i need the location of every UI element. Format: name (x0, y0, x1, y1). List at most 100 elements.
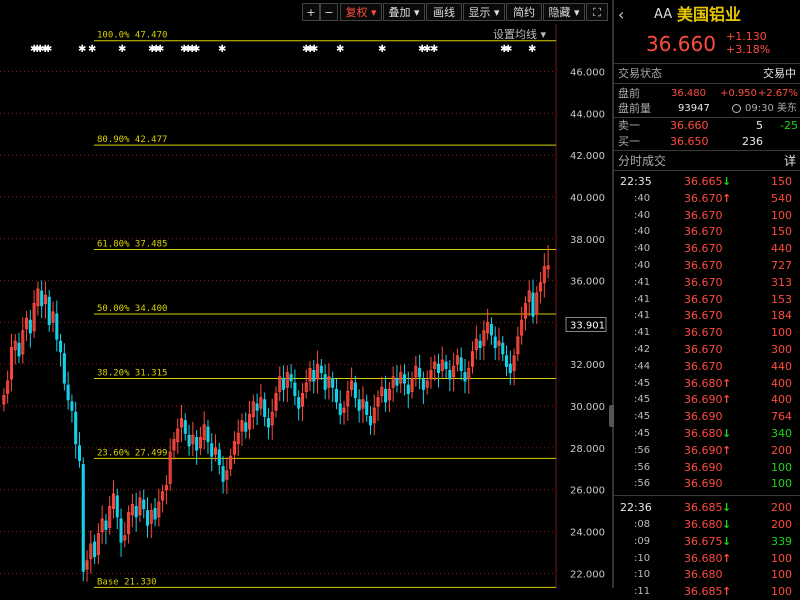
candle-body (395, 378, 399, 386)
tick-row: 22:36 36.685 ↓ 200 (614, 499, 800, 516)
tick-volume: 200 (771, 501, 792, 515)
candle-body (221, 466, 225, 482)
candle-body (59, 340, 63, 353)
tick-price: 36.670 (684, 208, 723, 222)
candle-body (55, 313, 59, 340)
tick-row: 22:35 36.665 ↓ 150 (614, 173, 800, 190)
candle-body (501, 342, 505, 355)
overlay-button[interactable]: 叠加 ▾ (383, 3, 425, 21)
bid-price: 36.650 (670, 135, 709, 148)
fullscreen-icon[interactable]: ⛶ (586, 3, 608, 21)
tick-time: :11 (634, 586, 651, 598)
y-tick-label: 38.000 (570, 235, 605, 246)
tick-row: :10 36.680 ↑ 100 (614, 550, 800, 567)
draw-line-button[interactable]: 画线 (426, 3, 462, 21)
tick-row: :42 36.670 300 (614, 341, 800, 358)
separator (614, 63, 800, 64)
ask-row[interactable]: 卖一 36.660 5 -25 (614, 117, 800, 134)
tick-row: :45 36.690 764 (614, 408, 800, 425)
premarket-volume-label: 盘前量 (618, 102, 651, 115)
candle-body (402, 374, 407, 384)
compact-button[interactable]: 简约 (506, 3, 542, 21)
candle-body (357, 399, 361, 411)
candle-body (289, 374, 293, 382)
y-tick-label: 36.000 (570, 277, 605, 288)
zoom-in-button[interactable]: + (302, 3, 320, 21)
tick-price: 36.685 (684, 501, 723, 515)
tick-price: 36.670 (684, 343, 723, 356)
candlestick-chart-area[interactable]: 46.00044.00042.00040.00038.00036.00034.0… (0, 0, 612, 588)
tick-time: :08 (634, 519, 651, 530)
y-tick-label: 32.000 (570, 360, 605, 371)
candle-body (187, 434, 191, 447)
candle-body (134, 505, 138, 518)
candle-body (263, 399, 267, 418)
tick-volume: 153 (771, 292, 792, 306)
tick-price: 36.670 (684, 292, 723, 306)
candle-body (183, 420, 187, 434)
tick-volume: 313 (771, 275, 792, 289)
arrow-up-icon: ↑ (722, 585, 732, 599)
fib-level-label: 100.0% 47.470 (97, 31, 167, 41)
tick-row: :40 36.670 100 (614, 207, 800, 224)
clock-icon (732, 104, 741, 113)
tick-volume: 764 (771, 410, 792, 424)
bid-row[interactable]: 买一 36.650 236 (614, 133, 800, 150)
tick-price: 36.670 (684, 191, 723, 205)
zoom-out-button[interactable]: − (320, 3, 338, 21)
candle-body (206, 426, 210, 443)
tick-time: :41 (634, 327, 651, 339)
tick-price: 36.690 (684, 393, 723, 407)
arrow-down-icon: ↓ (722, 427, 732, 440)
tick-price: 36.680 (684, 551, 723, 565)
tick-price: 36.680 (684, 518, 723, 531)
tick-time: :41 (634, 276, 651, 288)
tick-volume: 400 (771, 393, 792, 407)
candle-body (384, 388, 388, 403)
arrow-up-icon: ↑ (722, 551, 732, 565)
tick-price: 36.690 (684, 443, 723, 457)
adjust-button[interactable]: 复权 ▾ (340, 3, 382, 21)
candle-body (323, 374, 327, 390)
candle-body (489, 324, 493, 336)
tick-time: :45 (634, 428, 651, 439)
event-star-icon: ✱ (336, 44, 344, 55)
candle-body (531, 292, 535, 317)
tick-volume: 400 (771, 376, 792, 390)
candle-body (266, 418, 270, 428)
arrow-up-icon: ↑ (722, 191, 732, 205)
display-button[interactable]: 显示 ▾ (463, 3, 505, 21)
tick-volume: 100 (771, 326, 792, 340)
candle-body (142, 499, 146, 510)
candle-body (293, 382, 297, 397)
trade-status-label: 交易状态 (618, 67, 662, 80)
hide-button[interactable]: 隐藏 ▾ (543, 3, 585, 21)
candle-body (40, 290, 44, 307)
tick-volume: 100 (771, 477, 792, 491)
tick-price: 36.670 (684, 259, 723, 272)
candle-body (493, 336, 497, 349)
candle-body (444, 361, 448, 369)
event-star-icon: ✱ (310, 44, 318, 55)
tick-price: 36.670 (684, 309, 723, 323)
candle-body (244, 422, 248, 432)
ticks-detail-button[interactable]: 详 (784, 151, 796, 171)
tick-price: 36.690 (684, 477, 723, 491)
ma-setting-dropdown[interactable]: 设置均线 ▾ (493, 26, 546, 42)
arrow-down-icon: ↓ (722, 501, 732, 515)
candlestick-chart[interactable]: 46.00044.00042.00040.00038.00036.00034.0… (0, 0, 612, 588)
tick-time: :10 (634, 569, 651, 581)
y-tick-label: 42.000 (570, 151, 605, 162)
back-arrow-icon[interactable]: ‹ (618, 4, 624, 26)
chart-toolbar: + − 复权 ▾ 叠加 ▾ 画线 显示 ▾ 简约 隐藏 ▾ ⛶ (0, 0, 612, 24)
y-tick-label: 40.000 (570, 193, 605, 204)
separator (614, 170, 800, 171)
candle-body (210, 443, 214, 457)
current-price-label: 33.901 (570, 320, 605, 331)
tick-row: :40 36.670 ↑ 540 (614, 190, 800, 207)
candle-body (70, 401, 74, 411)
candle-body (319, 365, 323, 374)
separator (614, 83, 800, 84)
tick-time: :44 (634, 360, 651, 372)
arrow-down-icon: ↓ (722, 175, 732, 188)
